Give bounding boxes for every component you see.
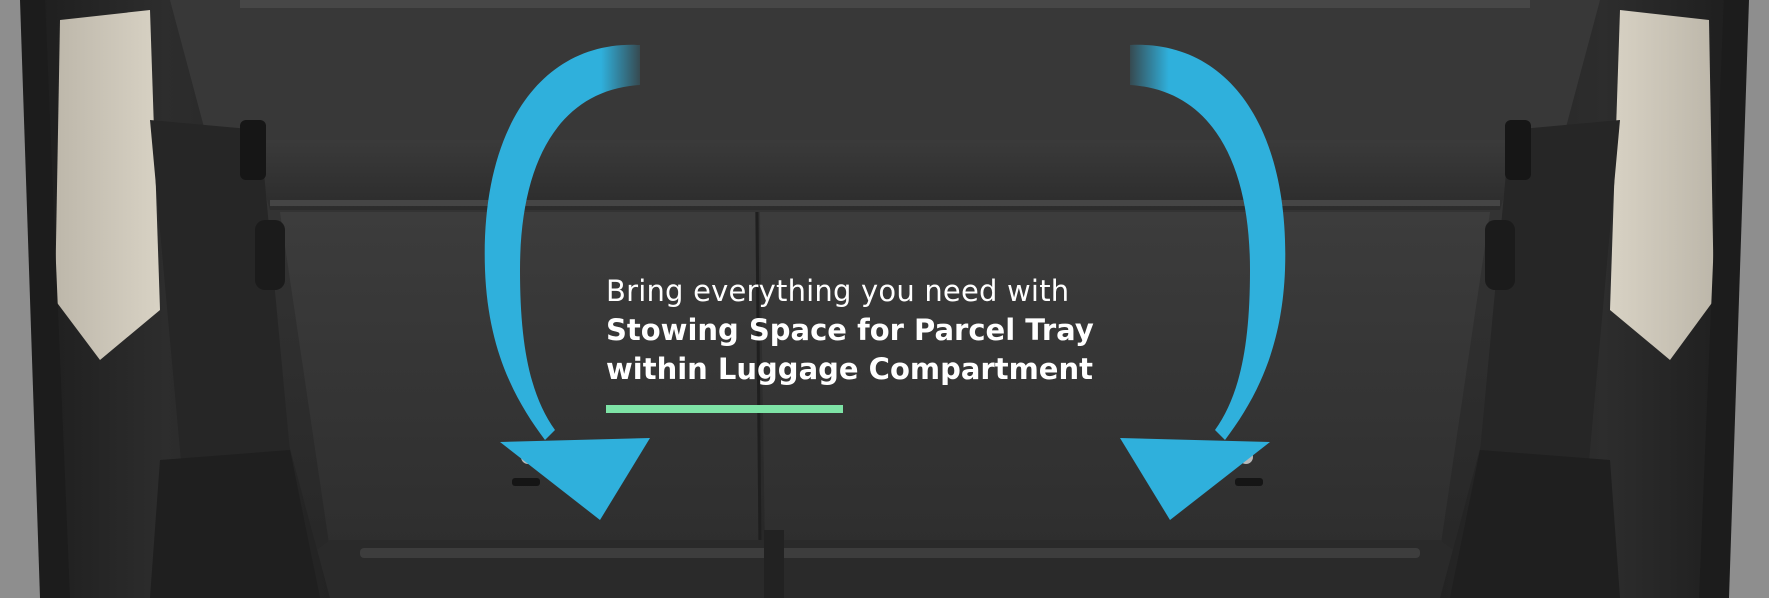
feature-caption: Bring everything you need with Stowing S… — [606, 272, 1126, 413]
caption-lead: Bring everything you need with — [606, 274, 1070, 308]
accent-underline — [606, 405, 843, 413]
hero-banner: Bring everything you need with Stowing S… — [0, 0, 1769, 598]
caption-headline-line1: Stowing Space for Parcel Tray — [606, 313, 1094, 347]
caption-headline-line2: within Luggage Compartment — [606, 352, 1093, 386]
